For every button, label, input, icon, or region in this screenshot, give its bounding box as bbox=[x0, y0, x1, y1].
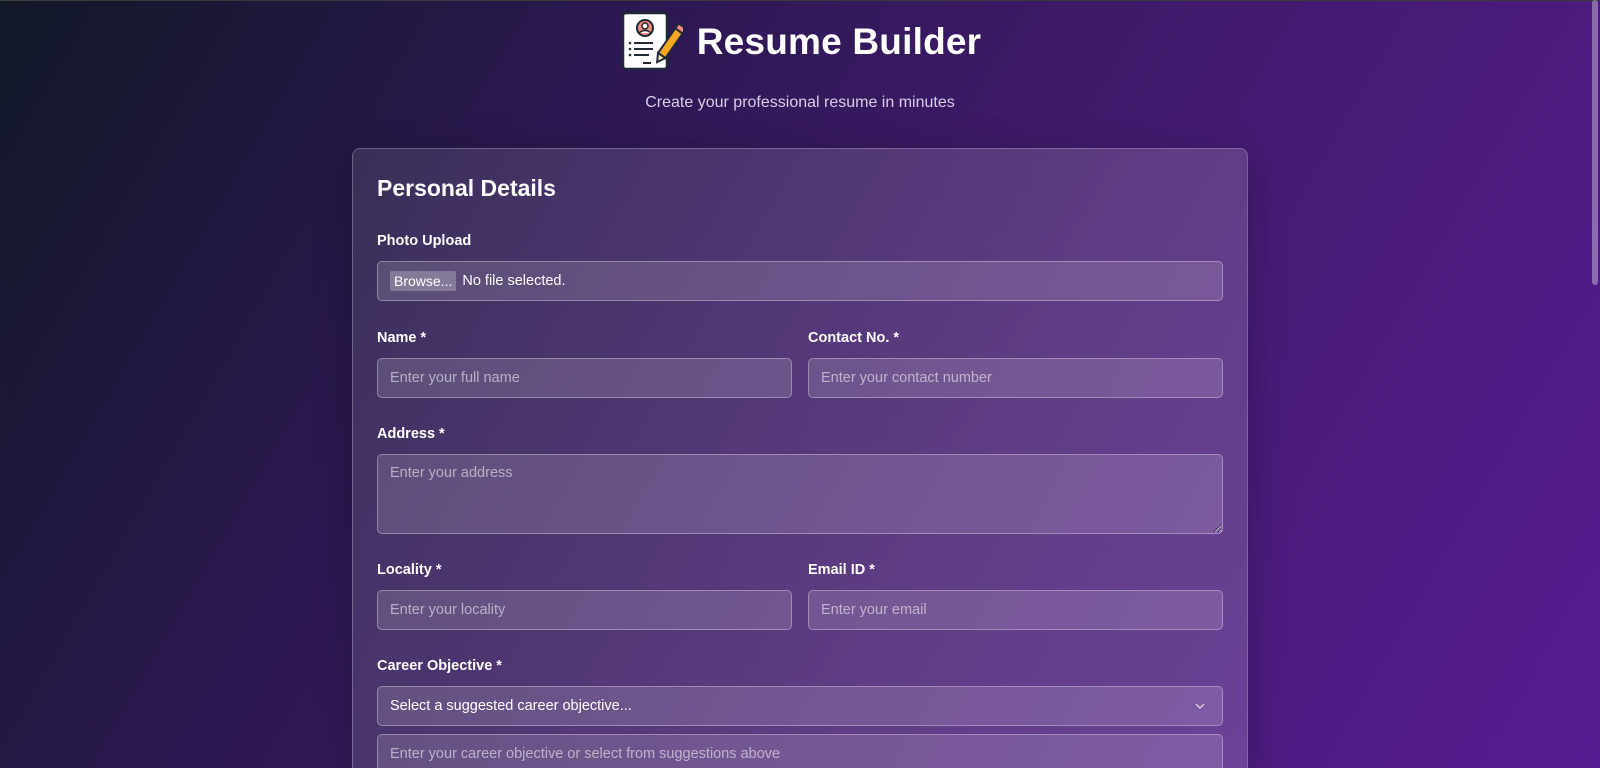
email-label: Email ID * bbox=[808, 562, 875, 578]
name-input[interactable] bbox=[377, 358, 792, 398]
page-subtitle: Create your professional resume in minut… bbox=[645, 94, 955, 111]
address-textarea[interactable] bbox=[377, 454, 1223, 534]
chevron-down-icon bbox=[1195, 703, 1205, 709]
locality-input[interactable] bbox=[377, 590, 792, 630]
app-header: Resume Builder bbox=[0, 10, 1600, 74]
browse-button[interactable]: Browse... bbox=[390, 271, 457, 291]
contact-input[interactable] bbox=[808, 358, 1223, 398]
resume-pencil-icon bbox=[621, 11, 683, 71]
page-title: Resume Builder bbox=[696, 21, 982, 62]
photo-upload-field[interactable]: Browse... No file selected. bbox=[377, 261, 1223, 301]
file-status-text: No file selected. bbox=[462, 273, 566, 289]
locality-label: Locality * bbox=[377, 562, 442, 578]
career-objective-select-value: Select a suggested career objective... bbox=[390, 698, 632, 714]
address-label: Address * bbox=[377, 426, 445, 442]
window-top-border bbox=[0, 0, 1600, 1]
section-title: Personal Details bbox=[377, 175, 556, 201]
personal-details-card: Personal Details Photo Upload Browse... … bbox=[352, 148, 1248, 768]
photo-upload-label: Photo Upload bbox=[377, 233, 472, 249]
name-label: Name * bbox=[377, 330, 427, 346]
career-objective-label: Career Objective * bbox=[377, 658, 502, 674]
contact-label: Contact No. * bbox=[808, 330, 900, 346]
page-scrollbar[interactable] bbox=[1592, 0, 1598, 285]
career-objective-select[interactable]: Select a suggested career objective... bbox=[377, 686, 1223, 726]
career-objective-input[interactable] bbox=[377, 734, 1223, 768]
email-input[interactable] bbox=[808, 590, 1223, 630]
